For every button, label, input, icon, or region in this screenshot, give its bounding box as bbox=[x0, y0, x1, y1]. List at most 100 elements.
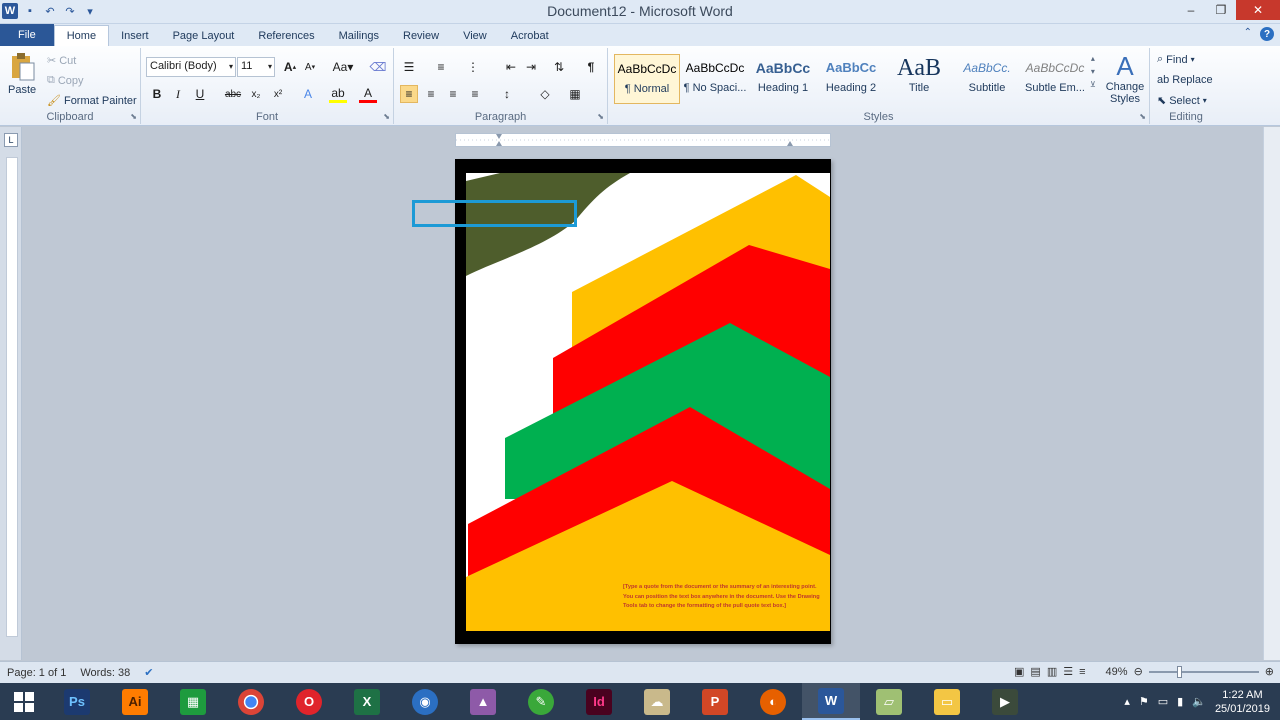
align-center-icon[interactable]: ≡ bbox=[422, 85, 440, 103]
shading-icon[interactable]: ◇ bbox=[536, 85, 554, 103]
style-subtitle[interactable]: AaBbCc. Subtitle bbox=[954, 54, 1020, 104]
word-count[interactable]: Words: 38 bbox=[73, 667, 137, 679]
clear-formatting-icon[interactable]: ⌫ bbox=[369, 58, 387, 76]
tab-view[interactable]: View bbox=[451, 26, 499, 46]
horizontal-ruler[interactable] bbox=[455, 133, 831, 147]
highlight-icon[interactable]: ab bbox=[329, 85, 347, 103]
web-layout-icon[interactable]: ▥ bbox=[1047, 665, 1057, 678]
full-screen-icon[interactable]: ▤ bbox=[1030, 665, 1040, 678]
change-styles-button[interactable]: A Change Styles bbox=[1104, 52, 1146, 105]
tab-page-layout[interactable]: Page Layout bbox=[161, 26, 247, 46]
zoom-level[interactable]: 49% bbox=[1106, 666, 1128, 678]
tab-file[interactable]: File bbox=[0, 24, 54, 46]
bold-icon[interactable]: B bbox=[148, 85, 166, 103]
document-page[interactable] bbox=[455, 159, 831, 644]
strikethrough-icon[interactable]: abc bbox=[224, 85, 242, 103]
tab-insert[interactable]: Insert bbox=[109, 26, 161, 46]
taskbar-recorder[interactable]: ▶ bbox=[976, 683, 1034, 720]
borders-icon[interactable]: ▦ bbox=[566, 85, 584, 103]
taskbar-powerpoint[interactable]: P bbox=[686, 683, 744, 720]
taskbar-opera[interactable]: O bbox=[280, 683, 338, 720]
tab-acrobat[interactable]: Acrobat bbox=[499, 26, 561, 46]
network-signal-icon[interactable]: ▮ bbox=[1177, 695, 1183, 708]
tab-home[interactable]: Home bbox=[53, 25, 110, 46]
paragraph-launcher-icon[interactable]: ⬊ bbox=[597, 112, 604, 121]
justify-icon[interactable]: ≡ bbox=[466, 85, 484, 103]
cut-button[interactable]: ✂ Cut bbox=[47, 54, 76, 68]
help-icon[interactable]: ? bbox=[1260, 27, 1274, 41]
taskbar-notes[interactable]: ▱ bbox=[860, 683, 918, 720]
font-name-select[interactable]: Calibri (Body) ▾ bbox=[146, 57, 236, 77]
tab-mailings[interactable]: Mailings bbox=[327, 26, 391, 46]
align-left-icon[interactable]: ≡ bbox=[400, 85, 418, 103]
taskbar-excel[interactable]: X bbox=[338, 683, 396, 720]
multilevel-list-icon[interactable]: ⋮ bbox=[464, 58, 482, 76]
monitor-icon[interactable]: ▭ bbox=[1158, 695, 1168, 708]
vertical-ruler[interactable] bbox=[6, 157, 18, 637]
clipboard-launcher-icon[interactable]: ⬊ bbox=[130, 112, 137, 121]
taskbar-illustrator[interactable]: Ai bbox=[106, 683, 164, 720]
taskbar-pen[interactable]: ✎ bbox=[512, 683, 570, 720]
taskbar-word[interactable]: W bbox=[802, 683, 860, 720]
text-effects-icon[interactable]: A bbox=[299, 85, 317, 103]
replace-button[interactable]: ab Replace bbox=[1157, 74, 1213, 86]
superscript-icon[interactable]: x² bbox=[269, 85, 287, 103]
taskbar-firefox[interactable]: ◐ bbox=[744, 683, 802, 720]
numbering-icon[interactable]: ≡ bbox=[432, 58, 450, 76]
find-button[interactable]: ⌕ Find ▾ bbox=[1157, 53, 1195, 66]
select-button[interactable]: ⬉ Select ▾ bbox=[1157, 94, 1207, 108]
taskbar-store[interactable]: ▦ bbox=[164, 683, 222, 720]
copy-button[interactable]: ⧉ Copy bbox=[47, 74, 84, 87]
style-heading-1[interactable]: AaBbCc Heading 1 bbox=[750, 54, 816, 104]
style-normal[interactable]: AaBbCcDc ¶ Normal bbox=[614, 54, 680, 104]
tab-references[interactable]: References bbox=[246, 26, 326, 46]
style-title[interactable]: AaB Title bbox=[886, 54, 952, 104]
style-heading-2[interactable]: AaBbCc Heading 2 bbox=[818, 54, 884, 104]
font-size-select[interactable]: 11 ▾ bbox=[237, 57, 275, 77]
styles-scroll[interactable]: ▴ ▾ ⊻ bbox=[1090, 54, 1096, 90]
font-launcher-icon[interactable]: ⬊ bbox=[383, 112, 390, 121]
volume-icon[interactable]: 🔈 bbox=[1192, 695, 1206, 708]
zoom-slider[interactable] bbox=[1148, 665, 1259, 678]
change-case-icon[interactable]: Aa▾ bbox=[331, 58, 355, 76]
taskbar-explorer[interactable]: ▭ bbox=[918, 683, 976, 720]
font-color-icon[interactable]: A bbox=[359, 85, 377, 103]
shrink-font-icon[interactable]: A ▾ bbox=[301, 58, 319, 76]
flag-icon[interactable]: ⚑ bbox=[1139, 695, 1149, 708]
clock[interactable]: 1:22 AM 25/01/2019 bbox=[1215, 688, 1270, 716]
taskbar-camera[interactable]: ◉ bbox=[396, 683, 454, 720]
taskbar-network[interactable]: ☁ bbox=[628, 683, 686, 720]
start-button[interactable] bbox=[0, 683, 48, 720]
style-no-spacing[interactable]: AaBbCcDc ¶ No Spaci... bbox=[682, 54, 748, 104]
italic-icon[interactable]: I bbox=[169, 85, 187, 103]
proofing-icon[interactable]: ✔ bbox=[137, 666, 160, 679]
increase-indent-icon[interactable]: ⇥ bbox=[522, 58, 540, 76]
restore-button[interactable]: ❐ bbox=[1206, 0, 1236, 20]
line-spacing-icon[interactable]: ↕ bbox=[498, 85, 516, 103]
minimize-ribbon-icon[interactable]: ⌃ bbox=[1244, 27, 1252, 41]
show-formatting-icon[interactable]: ¶ bbox=[582, 58, 600, 76]
taskbar-photoshop[interactable]: Ps bbox=[48, 683, 106, 720]
zoom-out-icon[interactable]: ⊖ bbox=[1134, 665, 1143, 678]
subscript-icon[interactable]: x₂ bbox=[247, 85, 265, 103]
taskbar-chrome[interactable] bbox=[222, 683, 280, 720]
decrease-indent-icon[interactable]: ⇤ bbox=[502, 58, 520, 76]
draft-icon[interactable]: ≡ bbox=[1079, 666, 1085, 678]
taskbar-indesign[interactable]: Id bbox=[570, 683, 628, 720]
underline-icon[interactable]: U bbox=[191, 85, 209, 103]
format-painter-button[interactable]: 🖌 Format Painter bbox=[47, 94, 137, 108]
taskbar-gallery[interactable]: ▲ bbox=[454, 683, 512, 720]
grow-font-icon[interactable]: A ▴ bbox=[281, 58, 299, 76]
page-count[interactable]: Page: 1 of 1 bbox=[0, 667, 73, 679]
align-right-icon[interactable]: ≡ bbox=[444, 85, 462, 103]
show-hidden-icons-icon[interactable]: ▴ bbox=[1124, 695, 1130, 708]
zoom-in-icon[interactable]: ⊕ bbox=[1265, 665, 1274, 678]
zoom-slider-thumb[interactable] bbox=[1176, 665, 1182, 678]
print-layout-icon[interactable]: ▣ bbox=[1014, 665, 1024, 678]
style-subtle-emphasis[interactable]: AaBbCcDc Subtle Em... bbox=[1022, 54, 1088, 104]
text-box-selection[interactable] bbox=[412, 200, 577, 227]
close-button[interactable]: ✕ bbox=[1236, 0, 1280, 20]
minimize-button[interactable]: – bbox=[1176, 0, 1206, 20]
styles-launcher-icon[interactable]: ⬊ bbox=[1139, 112, 1146, 121]
pull-quote-text[interactable]: [Type a quote from the document or the s… bbox=[623, 583, 821, 612]
